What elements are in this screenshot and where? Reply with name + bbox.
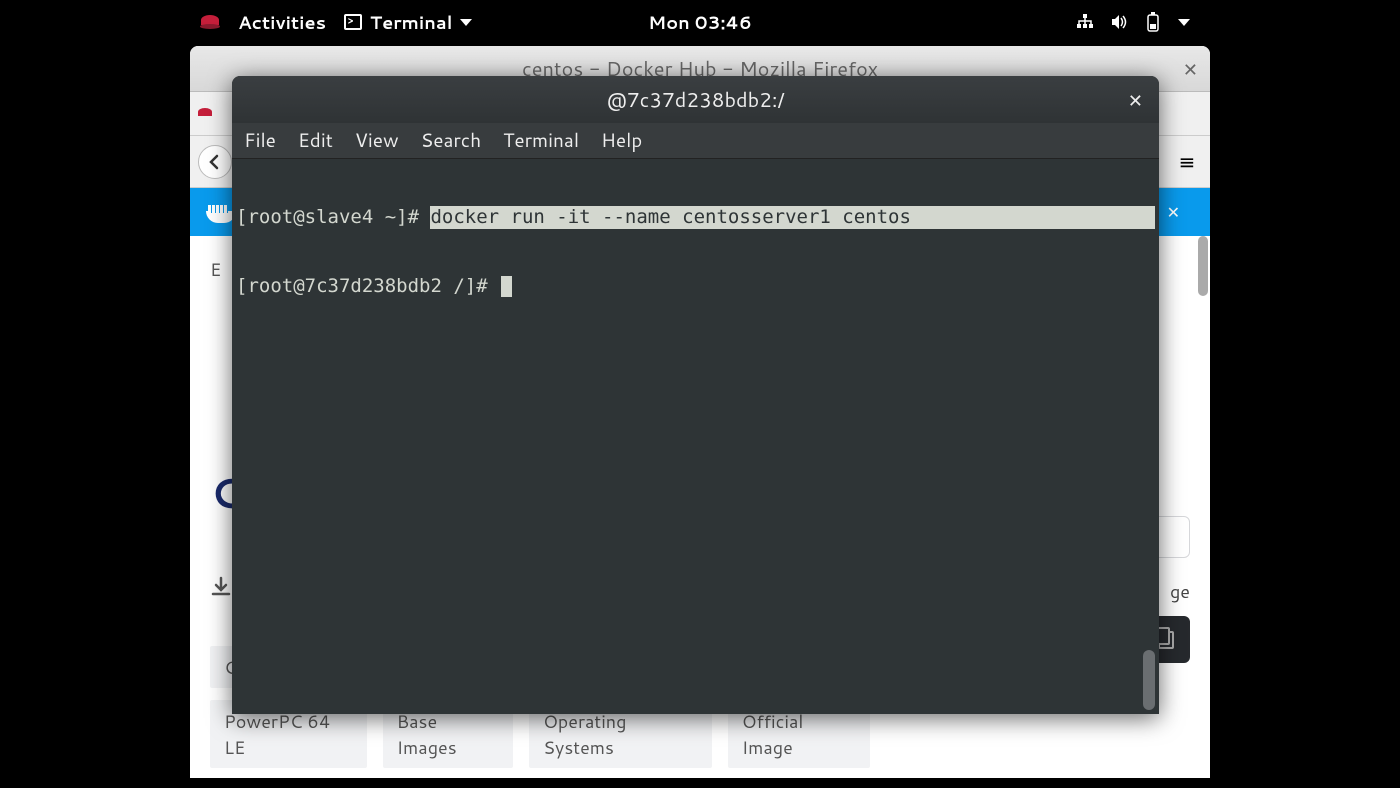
cursor-icon — [501, 276, 512, 297]
close-icon[interactable]: ✕ — [1167, 201, 1180, 224]
terminal-icon — [344, 14, 362, 30]
menu-terminal[interactable]: Terminal — [503, 127, 579, 154]
text-cursor-icon: I — [986, 164, 992, 187]
menu-search[interactable]: Search — [421, 127, 482, 154]
network-icon[interactable] — [1076, 13, 1094, 31]
gnome-topbar: Activities Terminal Mon 03:46 — [0, 0, 1400, 44]
redhat-icon — [198, 108, 214, 120]
clock[interactable]: Mon 03:46 — [648, 9, 752, 35]
close-icon[interactable]: ✕ — [1183, 56, 1198, 82]
terminal-title: @7c37d238bdb2:/ — [606, 86, 784, 114]
scrollbar[interactable] — [1143, 650, 1155, 710]
redhat-icon — [200, 15, 220, 29]
topbar-left: Activities Terminal — [200, 9, 472, 35]
shell-prompt: [root@slave4 ~]# — [236, 206, 430, 229]
back-button[interactable] — [198, 145, 232, 179]
menu-view[interactable]: View — [355, 127, 399, 154]
menu-edit[interactable]: Edit — [298, 127, 333, 154]
close-icon[interactable]: ✕ — [1128, 87, 1143, 113]
arrow-left-icon — [206, 153, 224, 171]
hamburger-menu-button[interactable]: ≡ — [1172, 147, 1202, 177]
terminal-window: @7c37d238bdb2:/ ✕ File Edit View Search … — [232, 76, 1159, 714]
chevron-down-icon — [460, 19, 472, 26]
system-tray[interactable] — [1076, 13, 1390, 31]
volume-icon[interactable] — [1110, 13, 1128, 31]
copy-icon[interactable] — [1158, 631, 1174, 649]
shell-prompt: [root@7c37d238bdb2 /]# — [236, 275, 499, 298]
activities-button[interactable]: Activities — [238, 9, 326, 35]
chevron-down-icon — [1178, 19, 1190, 26]
terminal-line-1: [root@slave4 ~]# docker run -it --name c… — [236, 206, 1155, 229]
terminal-menubar: File Edit View Search Terminal Help — [232, 123, 1159, 159]
terminal-titlebar[interactable]: @7c37d238bdb2:/ ✕ — [232, 76, 1159, 123]
app-indicator-label: Terminal — [370, 9, 452, 35]
scrollbar[interactable] — [1198, 236, 1208, 296]
app-indicator[interactable]: Terminal — [344, 9, 472, 35]
terminal-body[interactable]: [root@slave4 ~]# docker run -it --name c… — [232, 159, 1159, 714]
menu-help[interactable]: Help — [601, 127, 642, 154]
menu-file[interactable]: File — [244, 127, 276, 154]
shell-command-highlighted: docker run -it --name centosserver1 cent… — [430, 206, 1155, 229]
terminal-line-2: [root@7c37d238bdb2 /]# — [236, 275, 1155, 298]
battery-icon[interactable] — [1144, 13, 1162, 31]
